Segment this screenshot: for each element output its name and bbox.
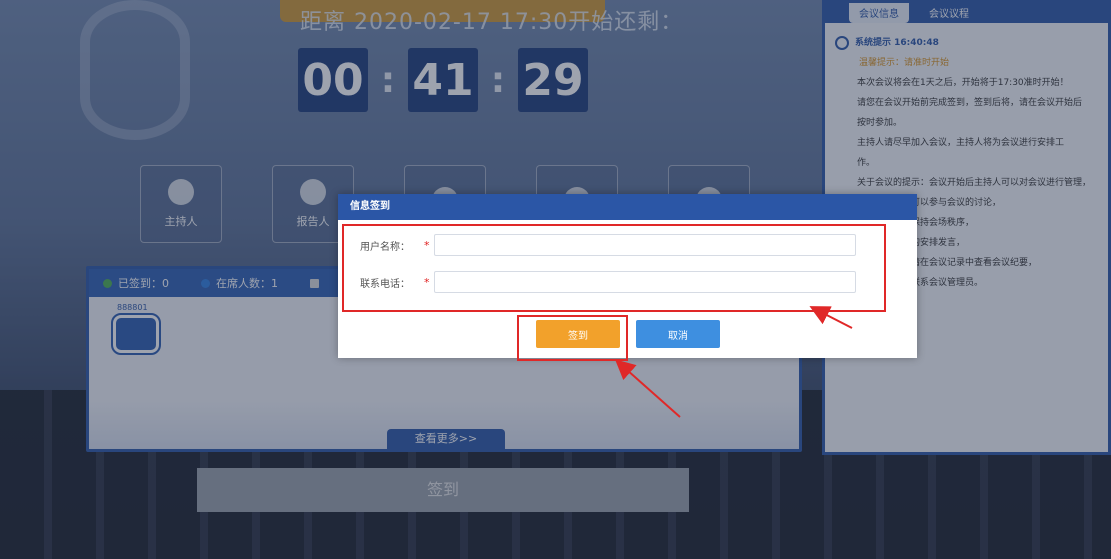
dialog-title: 信息签到 xyxy=(338,194,917,220)
annotation-box-form xyxy=(342,224,886,312)
annotation-box-signin xyxy=(517,315,628,361)
cancel-button[interactable]: 取消 xyxy=(636,320,720,348)
